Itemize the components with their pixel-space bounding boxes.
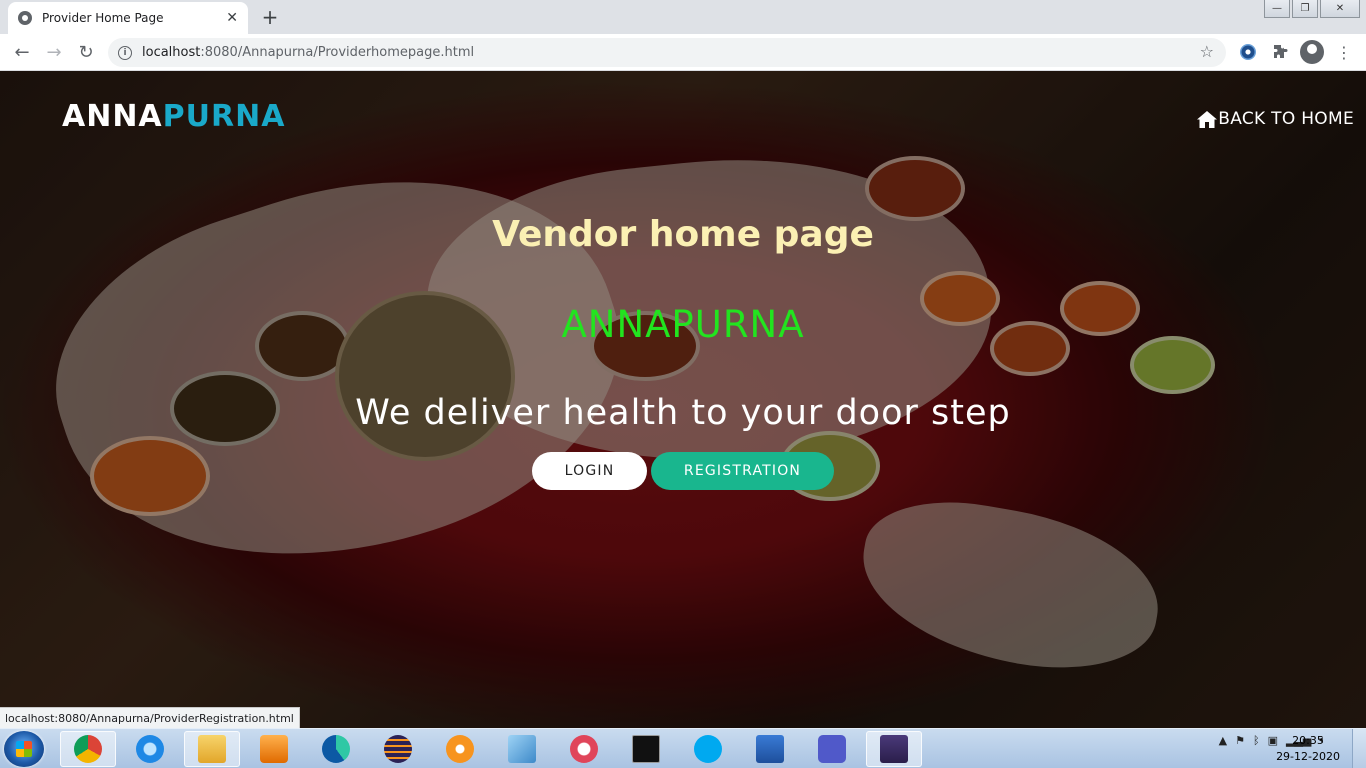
taskbar-java-ee-ide[interactable] — [866, 731, 922, 767]
tab-title: Provider Home Page — [42, 11, 164, 25]
word-icon — [756, 735, 784, 763]
command-prompt-icon — [632, 735, 660, 763]
site-info-icon[interactable]: i — [118, 45, 132, 60]
eclipse-icon — [384, 735, 412, 763]
forward-button[interactable]: → — [42, 40, 66, 64]
teams-icon — [818, 735, 846, 763]
media-player-icon — [260, 735, 288, 763]
new-tab-button[interactable]: + — [258, 5, 282, 29]
taskbar-internet-explorer[interactable] — [122, 731, 178, 767]
show-hidden-icons-icon[interactable]: ▲ — [1219, 734, 1227, 747]
hero-tagline: We deliver health to your door step — [355, 393, 1011, 433]
paint-tool-icon — [508, 735, 536, 763]
edge-icon — [322, 735, 350, 763]
back-to-home-link[interactable]: BACK TO HOME — [1197, 109, 1354, 129]
url-path: :8080/Annapurna/Providerhomepage.html — [200, 45, 475, 60]
url-host: localhost — [142, 45, 201, 60]
taskbar-edge[interactable] — [308, 731, 364, 767]
chrome-icon — [74, 735, 102, 763]
back-to-home-label: BACK TO HOME — [1218, 109, 1354, 129]
clock-date: 29-12-2020 — [1276, 750, 1340, 763]
taskbar-file-explorer[interactable] — [184, 731, 240, 767]
taskbar-eclipse[interactable] — [370, 731, 426, 767]
window-controls: — ❐ ✕ — [1264, 0, 1360, 18]
clock-time: 20:35 — [1292, 734, 1324, 747]
logo-text-purna: PURNA — [162, 99, 286, 134]
close-tab-icon[interactable]: ✕ — [226, 10, 238, 26]
taskbar-orange-app[interactable] — [432, 731, 488, 767]
extension-icon[interactable] — [1238, 42, 1258, 62]
logo-text-anna: ANNA — [62, 99, 163, 134]
orange-app-icon — [446, 735, 474, 763]
profile-avatar-icon[interactable] — [1300, 40, 1324, 64]
browser-toolbar: ← → ↻ i localhost:8080/Annapurna/Provide… — [0, 34, 1366, 71]
skype-icon — [694, 735, 722, 763]
folder-icon — [198, 735, 226, 763]
browser-menu-icon[interactable]: ⋮ — [1334, 42, 1354, 62]
bluetooth-icon[interactable]: ᛒ — [1253, 734, 1260, 747]
close-window-button[interactable]: ✕ — [1320, 0, 1360, 18]
snipping-tool-icon — [570, 735, 598, 763]
taskbar-paint-tool[interactable] — [494, 731, 550, 767]
flag-icon[interactable]: ⚑ — [1235, 734, 1245, 747]
browser-tab-strip: Provider Home Page ✕ + — ❐ ✕ — [0, 0, 1366, 34]
taskbar-teams[interactable] — [804, 731, 860, 767]
taskbar-command-prompt[interactable] — [618, 731, 674, 767]
login-button[interactable]: LOGIN — [532, 452, 647, 490]
extensions-puzzle-icon[interactable] — [1270, 42, 1290, 62]
system-clock[interactable]: 20:35 29-12-2020 — [1276, 733, 1340, 765]
minimize-button[interactable]: — — [1264, 0, 1290, 18]
restore-button[interactable]: ❐ — [1292, 0, 1318, 18]
taskbar-skype[interactable] — [680, 731, 736, 767]
site-logo[interactable]: ANNAPURNA — [62, 99, 285, 134]
show-desktop-button[interactable] — [1352, 729, 1366, 768]
registration-button[interactable]: REGISTRATION — [651, 452, 834, 490]
taskbar-snipping-tool[interactable] — [556, 731, 612, 767]
url-text: localhost:8080/Annapurna/Providerhomepag… — [142, 45, 474, 60]
taskbar-media-player[interactable] — [246, 731, 302, 767]
java-ee-ide-icon — [880, 735, 908, 763]
home-icon — [1197, 110, 1218, 128]
taskbar-word[interactable] — [742, 731, 798, 767]
internet-explorer-icon — [136, 735, 164, 763]
hero-brand-name: ANNAPURNA — [561, 303, 805, 346]
address-bar[interactable]: i localhost:8080/Annapurna/Providerhomep… — [108, 38, 1226, 67]
reload-button[interactable]: ↻ — [74, 40, 98, 64]
taskbar-chrome[interactable] — [60, 731, 116, 767]
browser-tab[interactable]: Provider Home Page ✕ — [8, 2, 248, 34]
link-status-bar: localhost:8080/Annapurna/ProviderRegistr… — [0, 707, 300, 728]
windows-taskbar: ▲ ⚑ ᛒ ▣ ▂▃▅ 🔈︎ 20:35 29-12-2020 — [0, 728, 1366, 768]
bookmark-star-icon[interactable]: ☆ — [1200, 42, 1214, 61]
start-button[interactable] — [4, 731, 44, 767]
back-button[interactable]: ← — [10, 40, 34, 64]
page-title: Vendor home page — [492, 214, 874, 255]
page-hero-background: ANNAPURNA BACK TO HOME Vendor home page … — [0, 71, 1366, 728]
globe-icon — [18, 11, 32, 25]
